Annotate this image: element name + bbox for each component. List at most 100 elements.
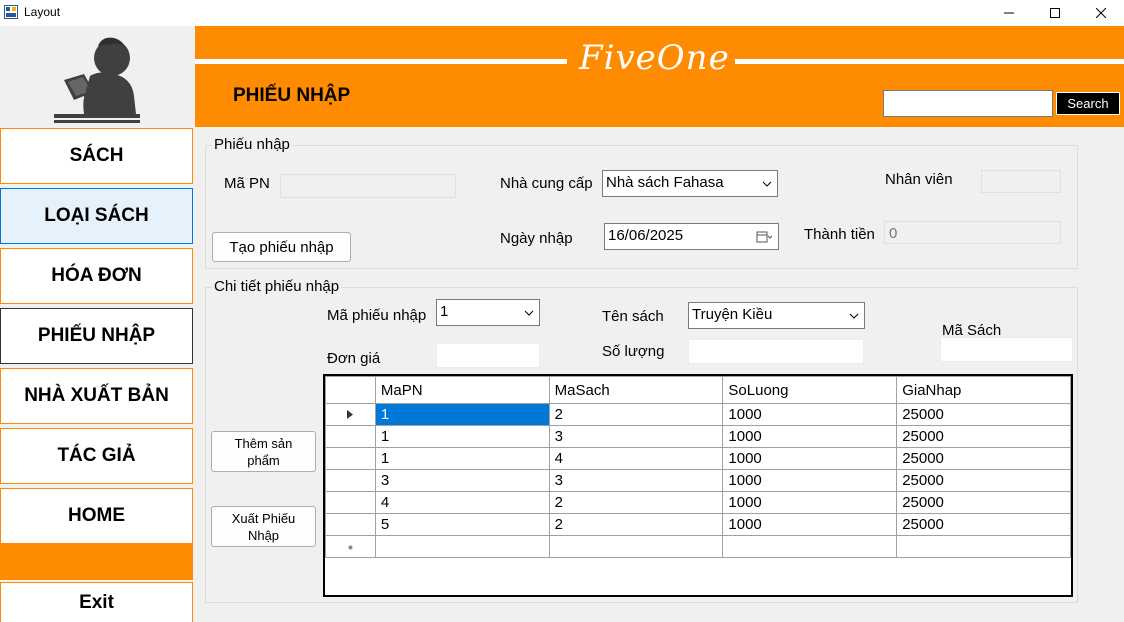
close-icon [1096, 8, 1106, 18]
grid-cell-mapn[interactable]: 3 [374, 469, 550, 492]
sidebar-item-tac-gia[interactable]: TÁC GIẢ [0, 428, 193, 484]
grid-cell-masach[interactable]: 2 [548, 491, 724, 514]
grid-cell-gianhap[interactable]: 25000 [896, 491, 1071, 514]
ngay-nhap-value: 16/06/2025 [608, 227, 684, 244]
chevron-down-icon [762, 181, 772, 187]
ma-sach-field[interactable] [940, 337, 1073, 362]
grid-cell-mapn[interactable]: 5 [374, 513, 550, 536]
grid-cell-mapn[interactable]: 4 [374, 491, 550, 514]
title-bar: Layout [0, 0, 1124, 26]
row-header[interactable] [325, 425, 376, 448]
sidebar-item-phieu-nhap[interactable]: PHIẾU NHẬP [0, 308, 193, 364]
row-header[interactable] [325, 447, 376, 470]
grid-cell-gianhap[interactable]: 25000 [896, 425, 1071, 448]
column-header-soluong[interactable]: SoLuong [722, 376, 898, 404]
nha-cung-cap-value: Nhà sách Fahasa [606, 174, 724, 191]
nha-cung-cap-select[interactable]: Nhà sách Fahasa [602, 170, 778, 197]
grid-cell-gianhap[interactable]: 25000 [896, 403, 1071, 426]
column-header-gianhap[interactable]: GiaNhap [896, 376, 1071, 404]
table-row[interactable]: 1 3 1000 25000 [325, 425, 1071, 448]
grid-cell-mapn[interactable]: 1 [374, 425, 550, 448]
so-luong-label: Số lượng [602, 343, 665, 360]
sidebar-item-sach[interactable]: SÁCH [0, 128, 193, 184]
grid-cell-mapn[interactable]: 1 [374, 403, 550, 426]
ngay-nhap-datepicker[interactable]: 16/06/2025 [604, 223, 779, 250]
grid-cell-gianhap[interactable]: 25000 [896, 469, 1071, 492]
tao-phieu-nhap-button[interactable]: Tạo phiếu nhập [212, 232, 351, 262]
grid-cell-soluong[interactable]: 1000 [722, 403, 898, 426]
ten-sach-label: Tên sách [602, 308, 664, 325]
new-row-asterisk-icon [348, 545, 353, 550]
table-row[interactable]: 3 3 1000 25000 [325, 469, 1071, 492]
grid-cell-masach[interactable]: 4 [548, 447, 724, 470]
chevron-down-icon [524, 310, 534, 316]
so-luong-field[interactable] [688, 339, 864, 364]
new-row-cell[interactable] [722, 535, 898, 558]
xuat-phieu-nhap-button[interactable]: Xuất Phiếu Nhập [211, 506, 316, 547]
table-row[interactable]: 1 2 1000 25000 [325, 403, 1071, 426]
grid-cell-masach[interactable]: 3 [548, 425, 724, 448]
header-line-right [735, 59, 1124, 64]
chi-tiet-table: MaPN MaSach SoLuong GiaNhap 1 2 1000 250… [325, 376, 1071, 558]
row-header[interactable] [325, 469, 376, 492]
new-row-header[interactable] [325, 535, 376, 558]
grid-cell-soluong[interactable]: 1000 [722, 469, 898, 492]
search-button[interactable]: Search [1056, 92, 1120, 115]
grid-cell-soluong[interactable]: 1000 [722, 491, 898, 514]
row-header-current[interactable] [325, 403, 376, 426]
new-row-cell[interactable] [374, 535, 550, 558]
table-row[interactable]: 1 4 1000 25000 [325, 447, 1071, 470]
reading-child-logo [54, 37, 140, 123]
grid-cell-gianhap[interactable]: 25000 [896, 513, 1071, 536]
current-row-arrow-icon [347, 410, 354, 419]
sidebar-item-hoa-don[interactable]: HÓA ĐƠN [0, 248, 193, 304]
ten-sach-value: Truyện Kiều [692, 306, 773, 323]
ma-phieu-nhap-value: 1 [440, 303, 449, 320]
grid-cell-mapn[interactable]: 1 [374, 447, 550, 470]
ngay-nhap-label: Ngày nhập [500, 230, 573, 247]
grid-cell-soluong[interactable]: 1000 [722, 513, 898, 536]
page-title: PHIẾU NHẬP [233, 85, 351, 106]
maximize-button[interactable] [1032, 0, 1078, 26]
chi-tiet-grid[interactable]: MaPN MaSach SoLuong GiaNhap 1 2 1000 250… [323, 374, 1073, 597]
new-row-cell[interactable] [896, 535, 1071, 558]
window-title: Layout [24, 5, 61, 19]
sidebar-item-nha-xuat-ban[interactable]: NHÀ XUẤT BẢN [0, 368, 193, 424]
sidebar: SÁCH LOẠI SÁCH HÓA ĐƠN PHIẾU NHẬP NHÀ XU… [0, 26, 195, 622]
them-san-pham-button[interactable]: Thêm sản phẩm [211, 431, 316, 472]
thanh-tien-field[interactable]: 0 [884, 221, 1061, 244]
header-banner: FiveOne PHIẾU NHẬP Search [195, 26, 1124, 127]
grid-corner-header [325, 376, 376, 404]
table-row[interactable]: 5 2 1000 25000 [325, 513, 1071, 536]
don-gia-field[interactable] [436, 343, 540, 368]
grid-header-row: MaPN MaSach SoLuong GiaNhap [325, 376, 1071, 404]
don-gia-label: Đơn giá [327, 350, 381, 367]
grid-cell-masach[interactable]: 3 [548, 469, 724, 492]
ma-phieu-nhap-select[interactable]: 1 [436, 299, 540, 326]
minimize-icon [1004, 12, 1014, 14]
sidebar-item-loai-sach[interactable]: LOẠI SÁCH [0, 188, 193, 244]
close-button[interactable] [1078, 0, 1124, 26]
nhan-vien-field[interactable] [981, 170, 1061, 193]
thanh-tien-label: Thành tiền [804, 226, 875, 243]
table-row[interactable]: 4 2 1000 25000 [325, 491, 1071, 514]
grid-cell-soluong[interactable]: 1000 [722, 425, 898, 448]
column-header-mapn[interactable]: MaPN [374, 376, 550, 404]
ma-pn-field[interactable] [280, 174, 456, 198]
sidebar-item-home[interactable]: HOME [0, 488, 193, 544]
nha-cung-cap-label: Nhà cung cấp [500, 175, 593, 192]
grid-cell-gianhap[interactable]: 25000 [896, 447, 1071, 470]
grid-cell-masach[interactable]: 2 [548, 513, 724, 536]
ten-sach-select[interactable]: Truyện Kiều [688, 302, 865, 329]
row-header[interactable] [325, 491, 376, 514]
column-header-masach[interactable]: MaSach [548, 376, 724, 404]
brand-title: FiveOne [579, 38, 730, 78]
grid-cell-soluong[interactable]: 1000 [722, 447, 898, 470]
grid-cell-masach[interactable]: 2 [548, 403, 724, 426]
minimize-button[interactable] [986, 0, 1032, 26]
exit-button[interactable]: Exit [0, 582, 193, 622]
search-input[interactable] [883, 90, 1053, 117]
new-row[interactable] [325, 535, 1071, 558]
new-row-cell[interactable] [548, 535, 724, 558]
row-header[interactable] [325, 513, 376, 536]
